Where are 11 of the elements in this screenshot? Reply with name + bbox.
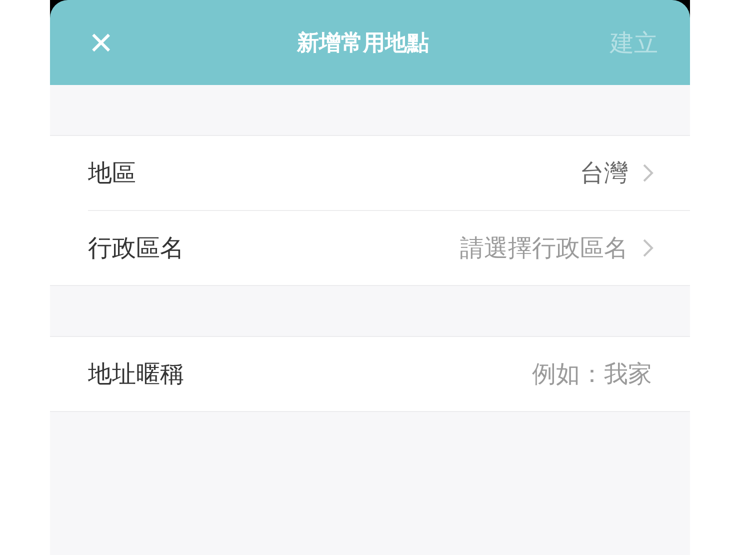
header-title: 新增常用地點 bbox=[297, 30, 429, 58]
row-label: 地區 bbox=[88, 158, 136, 189]
select-row[interactable]: 地區 台灣 bbox=[88, 136, 690, 211]
row-value: 台灣 bbox=[580, 158, 628, 189]
row-placeholder: 請選擇行政區名 bbox=[460, 233, 628, 264]
row-label: 行政區名 bbox=[88, 233, 184, 264]
row-label: 地址暱稱 bbox=[88, 359, 184, 390]
nickname-input-field[interactable]: 例如：我家 bbox=[410, 359, 654, 389]
select-row[interactable]: 行政區名 請選擇行政區名 bbox=[88, 211, 690, 285]
chevron-right-icon bbox=[642, 163, 654, 183]
chevron-right-icon bbox=[642, 238, 654, 258]
